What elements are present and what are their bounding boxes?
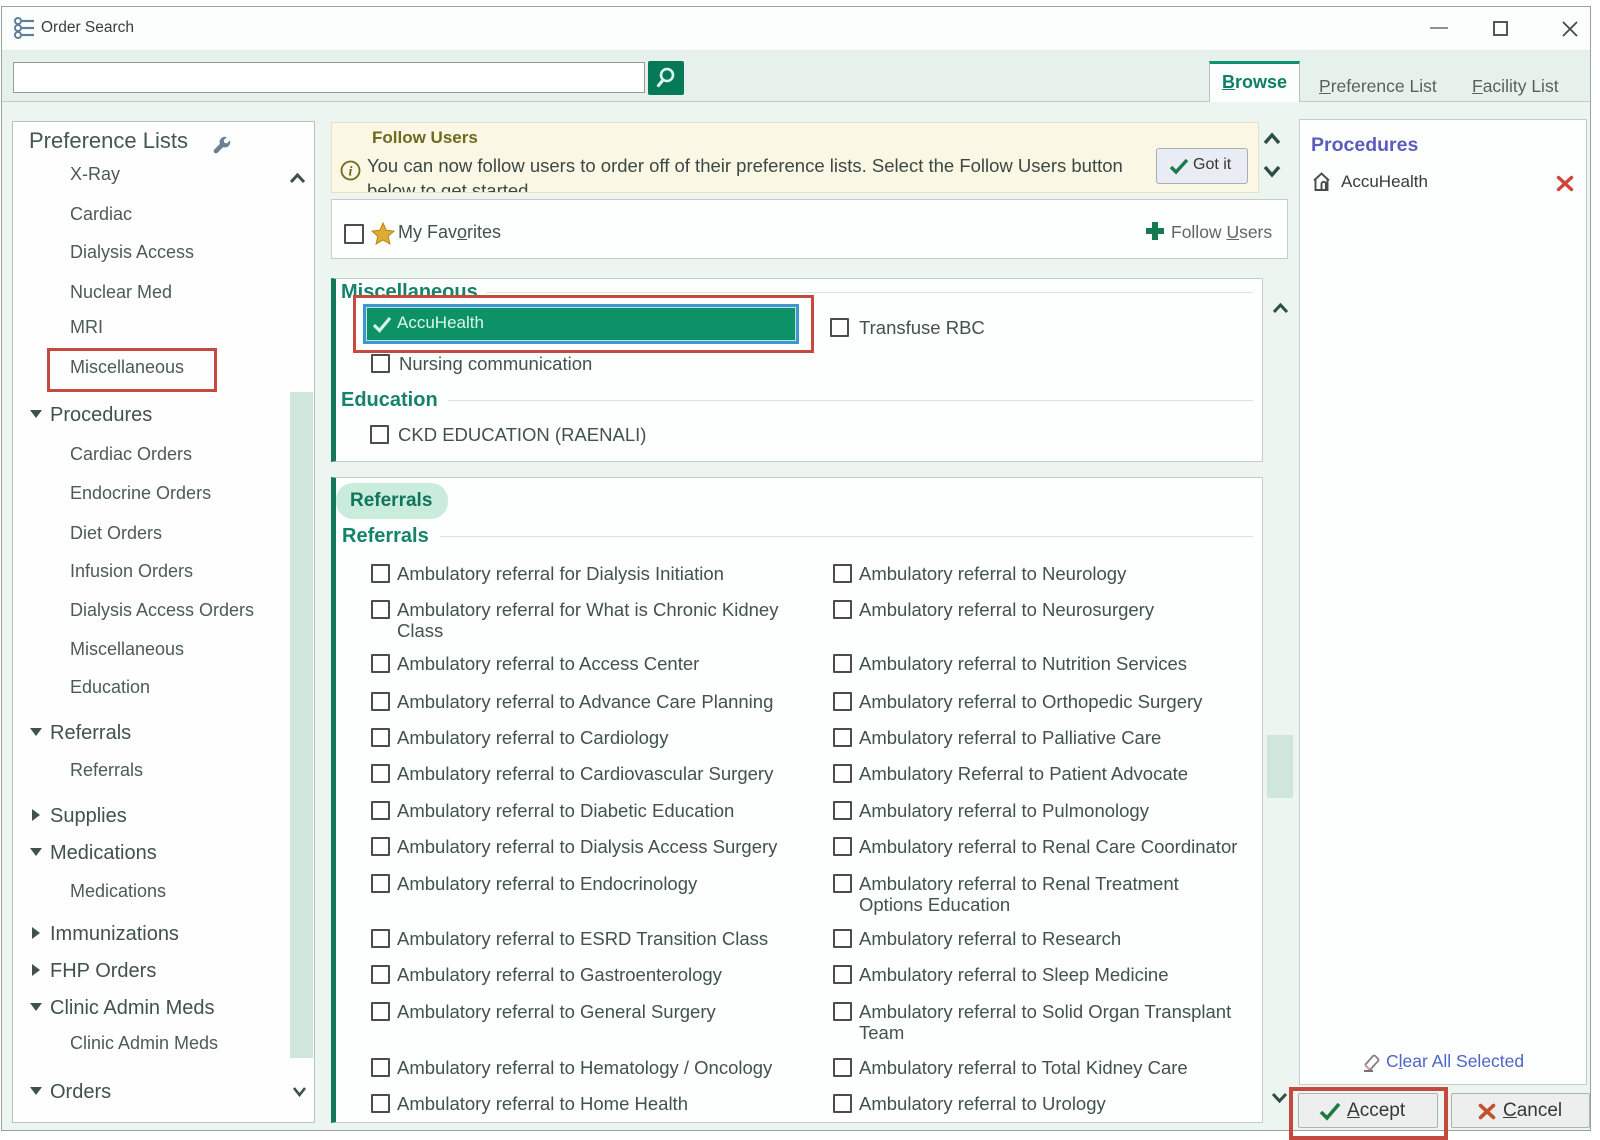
svg-text:i: i	[349, 165, 353, 180]
